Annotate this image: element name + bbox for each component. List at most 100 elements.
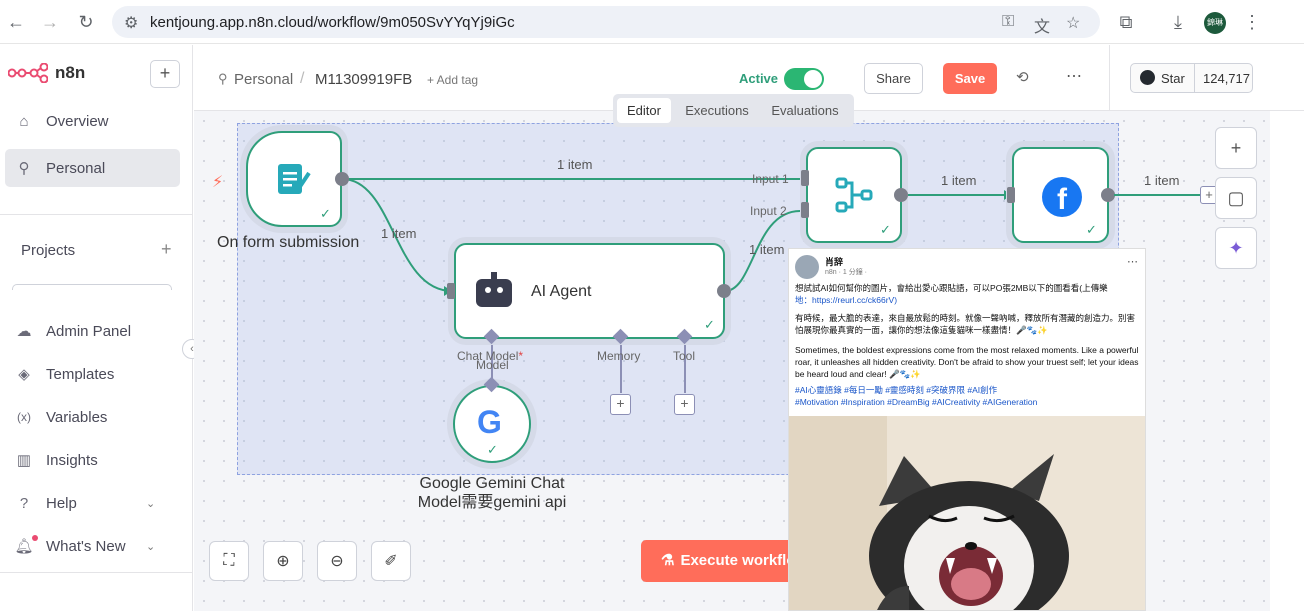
tab-evaluations[interactable]: Evaluations [765, 98, 845, 123]
bookmark-star-icon[interactable]: ☆ [1066, 13, 1080, 33]
sidebar-item-personal[interactable]: ⚲ Personal [5, 149, 180, 187]
sidebar-item-variables[interactable]: (x) Variables [14, 402, 180, 432]
input-port-2[interactable] [801, 202, 809, 218]
variable-icon: (x) [17, 410, 31, 424]
history-icon[interactable]: ⟲ [1016, 68, 1029, 86]
success-check-icon: ✓ [487, 442, 498, 457]
breadcrumb-separator: / [300, 70, 305, 87]
sidebar-item-templates[interactable]: ◈ Templates [14, 359, 180, 389]
input-port-1[interactable] [801, 170, 809, 186]
profile-avatar[interactable]: 錦琳 [1204, 12, 1226, 34]
url-text: kentjoung.app.n8n.cloud/workflow/9m050Sv… [150, 14, 515, 31]
forward-icon[interactable]: → [38, 10, 62, 34]
download-icon[interactable]: ⤓ [1166, 10, 1190, 34]
browser-menu-icon[interactable]: ⋮ [1240, 10, 1264, 34]
execute-workflow-button[interactable]: ⚗ Execute workflo [641, 540, 801, 582]
node-gemini-chat-model[interactable]: G ✓ [453, 385, 531, 463]
zoom-in-icon[interactable]: ⊕ [263, 541, 303, 581]
star-label: Star [1161, 71, 1185, 86]
post-photo [789, 416, 1145, 610]
input-port[interactable] [1007, 187, 1015, 203]
notification-dot [32, 535, 38, 541]
merge-icon [835, 177, 873, 213]
node-facebook[interactable]: f ✓ [1012, 147, 1109, 243]
bell-icon: 🔔︎ [14, 538, 34, 555]
output-port[interactable] [717, 284, 731, 298]
fit-view-icon[interactable]: ⛶ [209, 541, 249, 581]
n8n-logo[interactable] [7, 62, 49, 88]
breadcrumb-project[interactable]: Personal [234, 71, 293, 88]
site-info-icon[interactable]: ⚙ [124, 13, 138, 33]
back-icon[interactable]: ← [4, 10, 28, 34]
share-button[interactable]: Share [864, 63, 923, 94]
add-node-panel-button[interactable]: + [1215, 127, 1257, 169]
form-icon [278, 164, 311, 194]
sidebar-item-whats-new[interactable]: 🔔︎ What's New ⌄ [14, 531, 180, 561]
zoom-out-icon[interactable]: ⊖ [317, 541, 357, 581]
github-star-widget[interactable]: Star 124,717 [1130, 63, 1253, 93]
sidebar-item-label: Help [46, 494, 77, 512]
save-button[interactable]: Save [943, 63, 997, 94]
facebook-icon: f [1042, 177, 1082, 217]
success-check-icon: ✓ [320, 206, 331, 221]
avatar [795, 255, 819, 279]
input-port[interactable] [447, 283, 455, 299]
browser-toolbar: ← → ↻ ⚙ kentjoung.app.n8n.cloud/workflow… [0, 0, 1304, 44]
success-check-icon: ✓ [1086, 222, 1097, 237]
divider [1109, 45, 1110, 111]
node-label-ai-agent: AI Agent [531, 283, 592, 300]
tab-executions[interactable]: Executions [681, 98, 753, 123]
output-port[interactable] [894, 188, 908, 202]
sidebar-item-help[interactable]: ? Help ⌄ [14, 488, 180, 518]
github-icon [1140, 70, 1155, 85]
add-memory-button[interactable]: + [610, 394, 631, 415]
input-label-2: Input 2 [750, 204, 787, 218]
input-label-1: Input 1 [752, 172, 789, 186]
user-icon: ⚲ [218, 71, 228, 86]
sidebar-item-label: Insights [46, 451, 98, 469]
sidebar-item-overview[interactable]: ⌂ Overview [14, 106, 180, 136]
tab-editor[interactable]: Editor [617, 98, 671, 123]
add-project-button[interactable]: + [161, 239, 172, 260]
post-intro: 想試試AI如何幫你的圖片，會給出愛心跟貼語，可以PO張2MB以下的圖看看(上傳樂… [795, 283, 1108, 305]
edge-label: 1 item [381, 226, 417, 241]
post-more-icon[interactable]: ⋯ [1127, 255, 1138, 268]
sidebar-item-insights[interactable]: ▥ Insights [14, 445, 180, 475]
output-port[interactable] [1101, 188, 1115, 202]
port-label-memory: Memory [597, 349, 641, 363]
key-icon[interactable]: ⚿ [1002, 13, 1014, 31]
node-merge[interactable]: ✓ [806, 147, 902, 243]
tidy-up-icon[interactable]: ✐ [371, 541, 411, 581]
chart-icon: ▥ [16, 452, 32, 469]
chevron-down-icon: ⌄ [146, 540, 156, 553]
node-form-trigger[interactable]: ✓ [246, 131, 342, 227]
workflow-name[interactable]: M11309919FB [315, 71, 412, 88]
node-ai-agent[interactable]: AI Agent ✓ [454, 243, 725, 339]
ai-assistant-icon[interactable]: ✦ [1215, 227, 1257, 269]
post-tags-zh: #AI心靈語錄 #每日一勵 #靈感時刻 #突破界限 #AI創作 [795, 385, 998, 395]
translate-icon[interactable]: 文 [1034, 13, 1050, 37]
sidebar-item-label: Overview [46, 112, 109, 130]
divider [0, 572, 193, 573]
extensions-icon[interactable]: ⧉ [1114, 10, 1138, 34]
success-check-icon: ✓ [880, 222, 891, 237]
address-bar[interactable]: ⚙ kentjoung.app.n8n.cloud/workflow/9m050… [112, 6, 1100, 38]
add-tool-button[interactable]: + [674, 394, 695, 415]
user-icon: ⚲ [18, 160, 30, 177]
cloud-icon: ☁ [16, 323, 32, 340]
more-options-icon[interactable]: ⋯ [1066, 66, 1082, 86]
trigger-bolt-icon: ⚡︎ [212, 174, 224, 191]
sticky-note-icon[interactable]: ▢ [1215, 177, 1257, 219]
active-toggle[interactable] [784, 68, 824, 90]
add-tag-link[interactable]: + Add tag [427, 73, 478, 87]
divider [0, 214, 193, 215]
reload-icon[interactable]: ↻ [74, 10, 98, 34]
sidebar: n8n + ⌂ Overview ⚲ Personal Projects + ☁… [0, 45, 193, 611]
post-meta: n8n · 1 分鐘 · [825, 269, 868, 276]
project-list-box [12, 284, 172, 290]
sidebar-item-admin-panel[interactable]: ☁ Admin Panel [14, 316, 180, 346]
create-button[interactable]: + [150, 60, 180, 88]
brand-name: n8n [55, 63, 86, 82]
output-port[interactable] [335, 172, 349, 186]
post-body-en: Sometimes, the boldest expressions come … [795, 345, 1139, 379]
